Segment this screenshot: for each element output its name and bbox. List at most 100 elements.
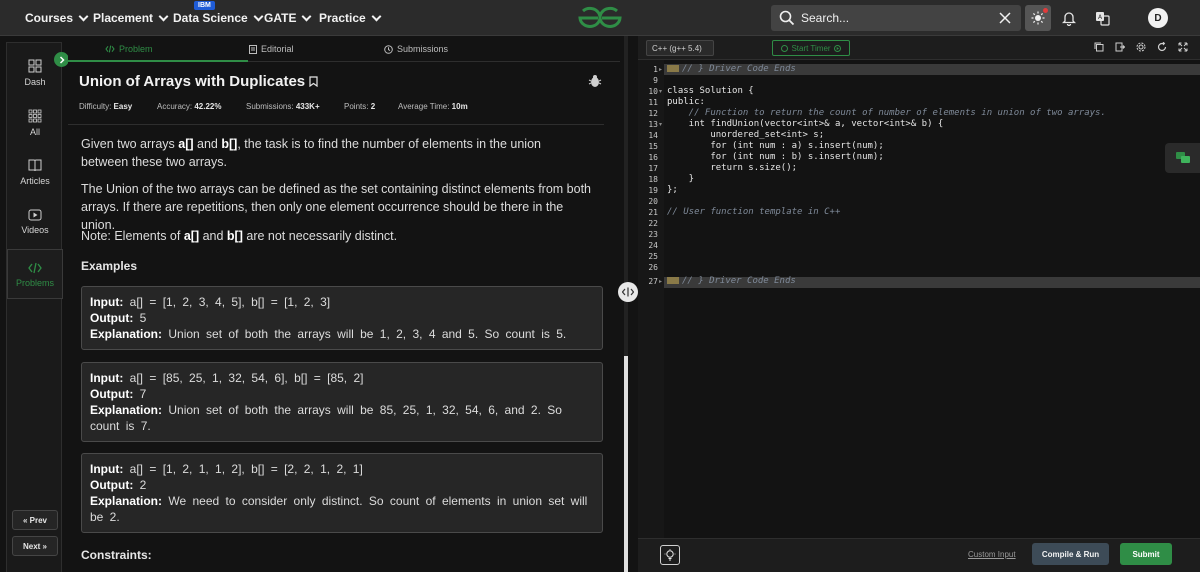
- line-number: 22: [648, 219, 658, 228]
- nav-data-science[interactable]: Data Science: [173, 11, 264, 25]
- line-number: 27: [648, 277, 658, 286]
- start-timer-button[interactable]: Start Timer: [772, 40, 850, 56]
- search-box[interactable]: Search...: [771, 5, 1021, 31]
- close-icon[interactable]: [999, 12, 1011, 24]
- union-definition: The Union of the two arrays can be defin…: [81, 182, 592, 232]
- chevron-down-icon: [158, 11, 169, 21]
- accuracy-meta: Accuracy: 42.22%: [157, 102, 222, 111]
- editor-toolbar: C++ (g++ 5.4) Start Timer: [638, 36, 1200, 60]
- chevron-down-icon: [371, 11, 382, 21]
- grid-icon: [28, 109, 42, 123]
- code-line: // } Driver Code Ends: [667, 276, 796, 286]
- line-number: 25: [648, 252, 658, 261]
- difficulty-meta: Difficulty: Easy: [79, 102, 133, 111]
- chevron-right-icon: [59, 55, 65, 64]
- examples-heading: Examples: [81, 259, 138, 273]
- problem-panel: Problem Editorial Submissions Union of A…: [68, 36, 620, 572]
- line-number: 1: [653, 65, 658, 74]
- chat-button[interactable]: [1165, 143, 1200, 173]
- fold-arrow-icon[interactable]: ▸: [659, 278, 662, 285]
- lightbulb-icon: [664, 548, 676, 560]
- tab-problem[interactable]: Problem: [105, 44, 153, 54]
- average-time-meta: Average Time: 10m: [398, 102, 468, 111]
- bookmark-icon[interactable]: [309, 76, 318, 88]
- translate-icon: A: [1095, 11, 1110, 26]
- sidebar-item-all[interactable]: All: [7, 109, 63, 137]
- gfg-logo[interactable]: [578, 6, 622, 30]
- example-box-1: Input: a[] = [1, 2, 3, 4, 5], b[] = [1, …: [81, 286, 603, 350]
- dashboard-icon: [28, 59, 42, 73]
- line-number: 15: [648, 142, 658, 151]
- code-line: for (int num : a) s.insert(num);: [667, 141, 884, 151]
- settings-icon[interactable]: [1136, 42, 1146, 52]
- line-number: 11: [648, 98, 658, 107]
- fold-arrow-icon[interactable]: ▾: [659, 121, 662, 128]
- nav-practice[interactable]: Practice: [319, 11, 382, 25]
- chevron-down-icon: [253, 11, 264, 21]
- timer-icon: [781, 44, 789, 52]
- example-box-2: Input: a[] = [85, 25, 1, 32, 54, 6], b[]…: [81, 362, 603, 442]
- avatar[interactable]: D: [1148, 8, 1168, 28]
- code-line: int findUnion(vector<int>& a, vector<int…: [667, 119, 944, 129]
- line-number: 19: [648, 186, 658, 195]
- tab-editorial[interactable]: Editorial: [249, 44, 294, 54]
- hint-button[interactable]: [660, 545, 680, 565]
- fold-arrow-icon[interactable]: ▾: [659, 88, 662, 95]
- editor-bottom-bar: Custom Input Compile & Run Submit: [638, 538, 1200, 572]
- nav-gate[interactable]: GATE: [264, 11, 312, 25]
- line-number: 20: [648, 197, 658, 206]
- resize-icon: [622, 287, 634, 297]
- bug-report-icon[interactable]: [588, 74, 602, 88]
- code-icon: [105, 45, 115, 53]
- submit-button[interactable]: Submit: [1120, 543, 1172, 565]
- next-button[interactable]: Next »: [12, 536, 58, 556]
- custom-input-link[interactable]: Custom Input: [968, 550, 1016, 559]
- divider: [68, 124, 604, 125]
- fold-marker[interactable]: [667, 277, 679, 284]
- notification-dot: [1043, 8, 1048, 13]
- code-line: public:: [667, 97, 705, 107]
- chevron-down-icon: [302, 11, 312, 21]
- top-navbar: Courses Placement IBM Data Science GATE …: [0, 0, 1200, 36]
- reset-icon[interactable]: [1157, 42, 1167, 52]
- export-icon[interactable]: [1115, 42, 1125, 52]
- expand-sidebar-button[interactable]: [54, 52, 69, 67]
- problem-description: Given two arrays a[] and b[], the task i…: [81, 137, 541, 169]
- sun-icon: [1031, 11, 1045, 25]
- prev-button[interactable]: « Prev: [12, 510, 58, 530]
- constraints-heading: Constraints:: [81, 548, 152, 562]
- panel-resize-handle[interactable]: [618, 282, 638, 302]
- scrollbar-thumb[interactable]: [624, 356, 628, 572]
- problem-tabs: Problem Editorial Submissions: [68, 36, 620, 62]
- compile-run-button[interactable]: Compile & Run: [1032, 543, 1109, 565]
- book-icon: [28, 159, 42, 172]
- sidebar-item-problems[interactable]: Problems: [7, 249, 63, 299]
- search-icon: [779, 10, 795, 26]
- search-input[interactable]: Search...: [801, 11, 849, 25]
- line-number: 9: [653, 76, 658, 85]
- code-line: return s.size();: [667, 163, 798, 173]
- code-line: // Function to return the count of numbe…: [667, 108, 1106, 118]
- nav-courses[interactable]: Courses: [25, 11, 89, 25]
- code-line: unordered_set<int> s;: [667, 130, 825, 140]
- language-select[interactable]: C++ (g++ 5.4): [646, 40, 714, 56]
- copy-icon[interactable]: [1094, 42, 1104, 52]
- tab-submissions[interactable]: Submissions: [384, 44, 448, 54]
- fold-arrow-icon[interactable]: ▸: [659, 66, 662, 73]
- points-meta: Points: 2: [344, 102, 376, 111]
- code-line: };: [667, 185, 678, 195]
- fold-marker[interactable]: [667, 65, 679, 72]
- code-line: class Solution {: [667, 86, 754, 96]
- translate-button[interactable]: A: [1093, 9, 1111, 27]
- play-icon: [833, 44, 841, 52]
- nav-placement[interactable]: Placement: [93, 11, 169, 25]
- left-sidebar: Dash All Articles Videos Problems « Prev…: [6, 42, 63, 572]
- sidebar-item-videos[interactable]: Videos: [7, 209, 63, 235]
- line-number: 21: [648, 208, 658, 217]
- theme-toggle-button[interactable]: [1025, 5, 1051, 31]
- fullscreen-icon[interactable]: [1178, 42, 1188, 52]
- sidebar-item-articles[interactable]: Articles: [7, 158, 63, 186]
- ibm-badge: IBM: [194, 1, 215, 10]
- notifications-button[interactable]: [1060, 9, 1078, 27]
- line-number: 23: [648, 230, 658, 239]
